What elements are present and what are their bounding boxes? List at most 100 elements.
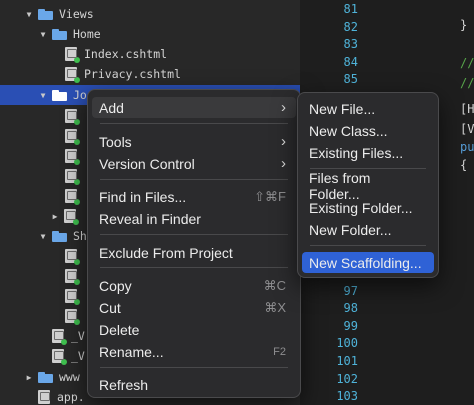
menu-item-refresh[interactable]: Refresh [92, 374, 296, 395]
cshtml-file-icon [65, 269, 80, 285]
menu-item-label: Rename... [99, 343, 164, 360]
menu-item-add[interactable]: Add › [92, 97, 296, 118]
status-dot-icon [74, 319, 80, 325]
code-line-comment[interactable]: // [460, 76, 474, 94]
status-dot-icon [74, 279, 80, 285]
status-dot-icon [73, 219, 79, 225]
code-line[interactable]: } [460, 18, 467, 36]
line-number: 103 [336, 389, 358, 404]
code-line-comment[interactable]: // [460, 56, 474, 74]
cshtml-file-icon [52, 329, 67, 345]
menu-item-version-control[interactable]: Version Control › [92, 153, 296, 174]
menu-item-label: New Scaffolding... [309, 254, 422, 271]
submenu-item-new-scaffolding[interactable]: New Scaffolding... [302, 252, 434, 273]
line-number: 85 [343, 72, 358, 87]
tree-node-views[interactable]: ▼ Views [0, 4, 300, 24]
menu-item-label: Reveal in Finder [99, 210, 201, 227]
menu-item-tools[interactable]: Tools › [92, 131, 296, 152]
tree-node-label: www [59, 370, 80, 384]
menu-item-shortcut: ⇧⌘F [254, 188, 286, 204]
menu-item-label: Version Control [99, 155, 195, 172]
chevron-right-icon[interactable]: ▶ [50, 211, 60, 221]
json-file-icon [38, 390, 50, 404]
cshtml-file-icon [52, 349, 67, 365]
tree-node-label: _V [71, 329, 85, 343]
status-dot-icon [74, 159, 80, 165]
submenu-item-existing-files[interactable]: Existing Files... [302, 142, 434, 163]
status-dot-icon [74, 299, 80, 305]
tree-node-label: Sh [73, 229, 87, 243]
menu-item-label: Add [99, 99, 124, 116]
cshtml-file-icon [65, 289, 80, 305]
cshtml-file-icon [65, 129, 80, 145]
submenu-item-existing-folder[interactable]: Existing Folder... [302, 197, 434, 218]
menu-separator [310, 245, 426, 246]
menu-item-delete[interactable]: Delete [92, 319, 296, 340]
folder-icon [52, 230, 67, 242]
menu-item-exclude-from-project[interactable]: Exclude From Project [92, 242, 296, 263]
tree-node-home[interactable]: ▼ Home [0, 24, 300, 44]
context-menu: Add › Tools › Version Control › Find in … [87, 89, 301, 398]
line-number: 101 [336, 354, 358, 368]
menu-item-reveal-in-finder[interactable]: Reveal in Finder [92, 208, 296, 229]
menu-item-copy[interactable]: Copy ⌘C [92, 275, 296, 296]
menu-item-label: New Folder... [309, 221, 392, 238]
menu-separator [100, 234, 288, 235]
line-number: 81 [343, 2, 358, 16]
menu-item-cut[interactable]: Cut ⌘X [92, 297, 296, 318]
tree-node-privacy-cshtml[interactable]: Privacy.cshtml [0, 64, 300, 84]
folder-icon [52, 28, 67, 40]
menu-item-find-in-files[interactable]: Find in Files... ⇧⌘F [92, 186, 296, 207]
menu-item-rename[interactable]: Rename... F2 [92, 341, 296, 362]
menu-item-label: Find in Files... [99, 188, 187, 205]
chevron-right-icon[interactable]: ▶ [24, 372, 34, 382]
chevron-down-icon[interactable]: ▼ [38, 29, 48, 39]
menu-item-label: Existing Folder... [309, 199, 413, 216]
code-line[interactable]: { [460, 158, 467, 176]
status-dot-icon [74, 179, 80, 185]
menu-separator [100, 267, 288, 268]
status-dot-icon [74, 119, 80, 125]
menu-separator [100, 367, 288, 368]
tree-node-label: Index.cshtml [84, 47, 168, 61]
chevron-down-icon[interactable]: ▼ [38, 90, 48, 100]
folder-icon [38, 8, 53, 20]
menu-item-label: New File... [309, 100, 376, 117]
submenu-item-files-from-folder[interactable]: Files from Folder... [302, 170, 434, 202]
line-number: 84 [343, 54, 358, 69]
tree-node-label: Views [59, 7, 94, 21]
line-number: 99 [343, 318, 358, 333]
chevron-right-icon: › [281, 155, 286, 172]
chevron-right-icon: › [281, 99, 286, 116]
chevron-down-icon[interactable]: ▼ [24, 9, 34, 19]
cshtml-file-icon [65, 249, 80, 265]
folder-icon [52, 89, 67, 101]
menu-item-shortcut: ⌘C [263, 277, 286, 293]
chevron-right-icon: › [281, 133, 286, 150]
line-number: 97 [343, 283, 358, 298]
submenu-item-new-file[interactable]: New File... [302, 98, 434, 119]
menu-item-label: Exclude From Project [99, 244, 233, 261]
status-dot-icon [74, 259, 80, 265]
code-line-attribute[interactable]: [H [460, 102, 474, 120]
tree-node-index-cshtml[interactable]: Index.cshtml [0, 44, 300, 64]
line-number: 100 [336, 336, 358, 351]
menu-item-label: Delete [99, 321, 140, 338]
cshtml-file-icon [65, 109, 80, 125]
submenu-item-new-class[interactable]: New Class... [302, 120, 434, 141]
cshtml-file-icon [65, 189, 80, 205]
tree-node-label: Jo [73, 88, 87, 102]
code-line-attribute[interactable]: [V [460, 122, 474, 140]
add-submenu: New File... New Class... Existing Files.… [297, 92, 439, 278]
code-line-keyword[interactable]: pu [460, 140, 474, 158]
line-number: 82 [343, 19, 358, 34]
submenu-item-new-folder[interactable]: New Folder... [302, 219, 434, 240]
cshtml-file-icon [64, 209, 79, 225]
tree-node-label: app. [57, 390, 85, 404]
status-dot-icon [74, 139, 80, 145]
status-dot-icon [61, 359, 67, 365]
status-dot-icon [61, 339, 67, 345]
chevron-down-icon[interactable]: ▼ [38, 231, 48, 241]
menu-item-shortcut: F2 [273, 345, 286, 358]
tree-node-label: Privacy.cshtml [84, 67, 181, 81]
